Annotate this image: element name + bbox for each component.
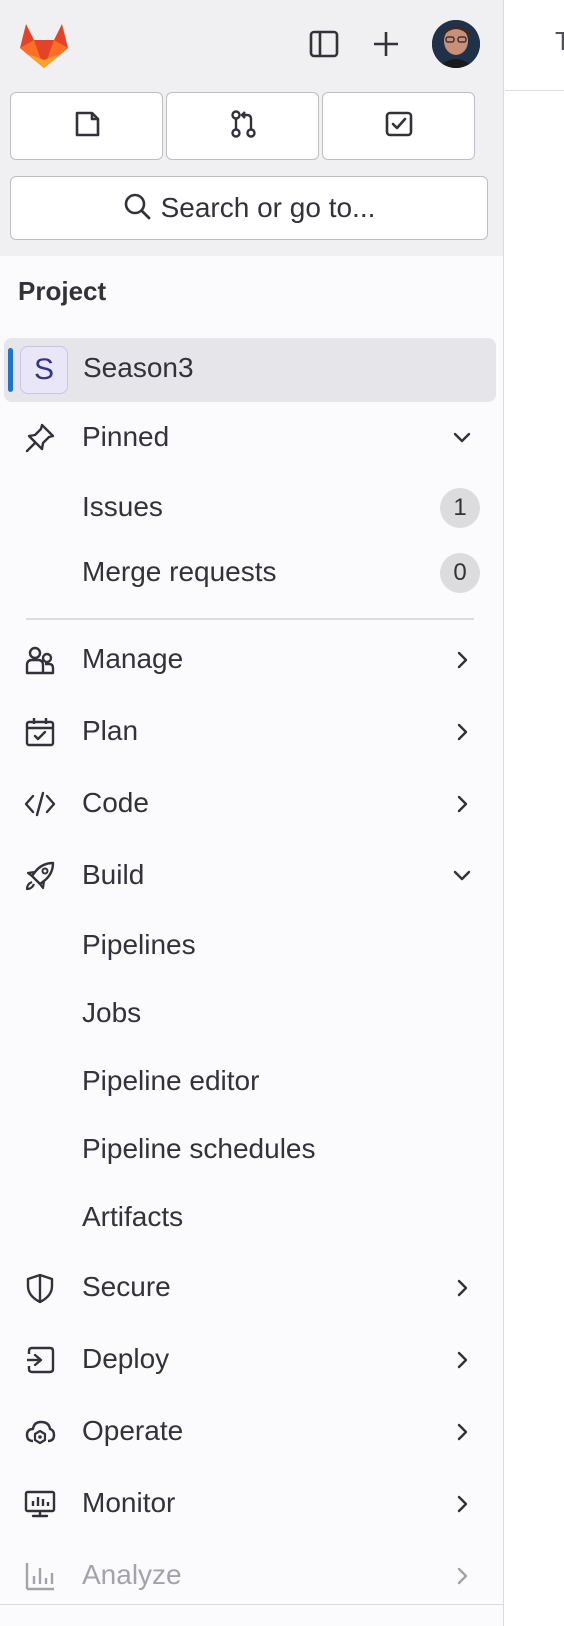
merge-requests-button[interactable] <box>166 92 319 160</box>
nav-pinned[interactable]: Pinned <box>0 408 503 468</box>
users-icon <box>22 642 58 678</box>
nav-manage[interactable]: Manage <box>0 630 503 690</box>
nav-label: Operate <box>82 1415 184 1446</box>
chevron-right-icon <box>448 718 476 746</box>
issues-button[interactable] <box>10 92 163 160</box>
build-item-pipelines[interactable]: Pipelines <box>0 916 503 976</box>
user-avatar[interactable] <box>432 20 480 68</box>
build-item-jobs[interactable]: Jobs <box>0 984 503 1044</box>
search-input[interactable]: Search or go to... <box>10 176 488 240</box>
project-avatar: S <box>20 346 68 394</box>
nav-deploy[interactable]: Deploy <box>0 1330 503 1390</box>
gitlab-logo-icon[interactable] <box>14 18 74 70</box>
chevron-right-icon <box>448 1274 476 1302</box>
nav-label: Artifacts <box>82 1201 184 1232</box>
nav-label: Jobs <box>82 997 142 1028</box>
nav-code[interactable]: Code <box>0 774 503 834</box>
nav-label: Pinned <box>82 421 170 452</box>
sidebar: Search or go to... Project S Season3 Pin… <box>0 0 504 1626</box>
todo-button[interactable] <box>322 92 475 160</box>
nav-label: Code <box>82 787 149 818</box>
nav-label: Merge requests <box>82 556 277 587</box>
nav-label: Plan <box>82 715 139 746</box>
main-header-divider <box>505 90 564 91</box>
nav-label: Deploy <box>82 1343 170 1374</box>
build-item-artifacts[interactable]: Artifacts <box>0 1188 503 1248</box>
thumbtack-icon <box>22 420 58 456</box>
chevron-right-icon <box>448 646 476 674</box>
nav-monitor[interactable]: Monitor <box>0 1474 503 1534</box>
nav-build[interactable]: Build <box>0 846 503 906</box>
sidebar-header: Search or go to... <box>0 0 503 256</box>
nav-label: Pipeline editor <box>82 1065 260 1096</box>
nav-analyze[interactable]: Analyze <box>0 1546 503 1606</box>
chevron-right-icon <box>448 1562 476 1590</box>
merge-request-icon <box>228 109 258 144</box>
pinned-item-issues[interactable]: Issues 1 <box>0 478 503 538</box>
build-item-pipeline-editor[interactable]: Pipeline editor <box>0 1052 503 1112</box>
cloud-gear-icon <box>22 1414 58 1450</box>
nav-plan[interactable]: Plan <box>0 702 503 762</box>
issues-icon <box>72 109 102 144</box>
shield-icon <box>22 1270 58 1306</box>
nav-label: Issues <box>82 491 163 522</box>
chart-icon <box>22 1558 58 1594</box>
active-indicator <box>8 348 13 392</box>
nav-label: Secure <box>82 1271 171 1302</box>
main-content: T <box>505 0 564 1626</box>
nav-label: Build <box>82 859 145 890</box>
project-name: Season3 <box>83 352 194 383</box>
count-badge: 0 <box>440 553 480 593</box>
sidebar-toggle-icon[interactable] <box>300 20 348 68</box>
chevron-down-icon <box>448 424 476 452</box>
pinned-item-merge-requests[interactable]: Merge requests 0 <box>0 543 503 603</box>
count-badge: 1 <box>440 488 480 528</box>
calendar-icon <box>22 714 58 750</box>
nav-label: Manage <box>82 643 184 674</box>
nav-label: Analyze <box>82 1559 182 1590</box>
sidebar-footer-divider <box>0 1604 503 1605</box>
code-icon <box>22 786 58 822</box>
chevron-down-icon <box>448 862 476 890</box>
search-icon <box>123 192 151 225</box>
monitor-icon <box>22 1486 58 1522</box>
main-header-text: T <box>555 26 564 56</box>
section-title: Project <box>18 276 107 306</box>
project-link[interactable]: S Season3 <box>4 338 496 402</box>
nav-label: Pipelines <box>82 929 196 960</box>
chevron-right-icon <box>448 1490 476 1518</box>
todo-icon <box>384 109 414 144</box>
nav-operate[interactable]: Operate <box>0 1402 503 1462</box>
nav-label: Monitor <box>82 1487 176 1518</box>
rocket-icon <box>22 858 58 894</box>
plus-icon[interactable] <box>362 20 410 68</box>
chevron-right-icon <box>448 790 476 818</box>
nav-secure[interactable]: Secure <box>0 1258 503 1318</box>
build-item-pipeline-schedules[interactable]: Pipeline schedules <box>0 1120 503 1180</box>
divider <box>26 618 474 620</box>
chevron-right-icon <box>448 1346 476 1374</box>
search-placeholder: Search or go to... <box>160 192 376 223</box>
nav-label: Pipeline schedules <box>82 1133 316 1164</box>
deployments-icon <box>22 1342 58 1378</box>
chevron-right-icon <box>448 1418 476 1446</box>
